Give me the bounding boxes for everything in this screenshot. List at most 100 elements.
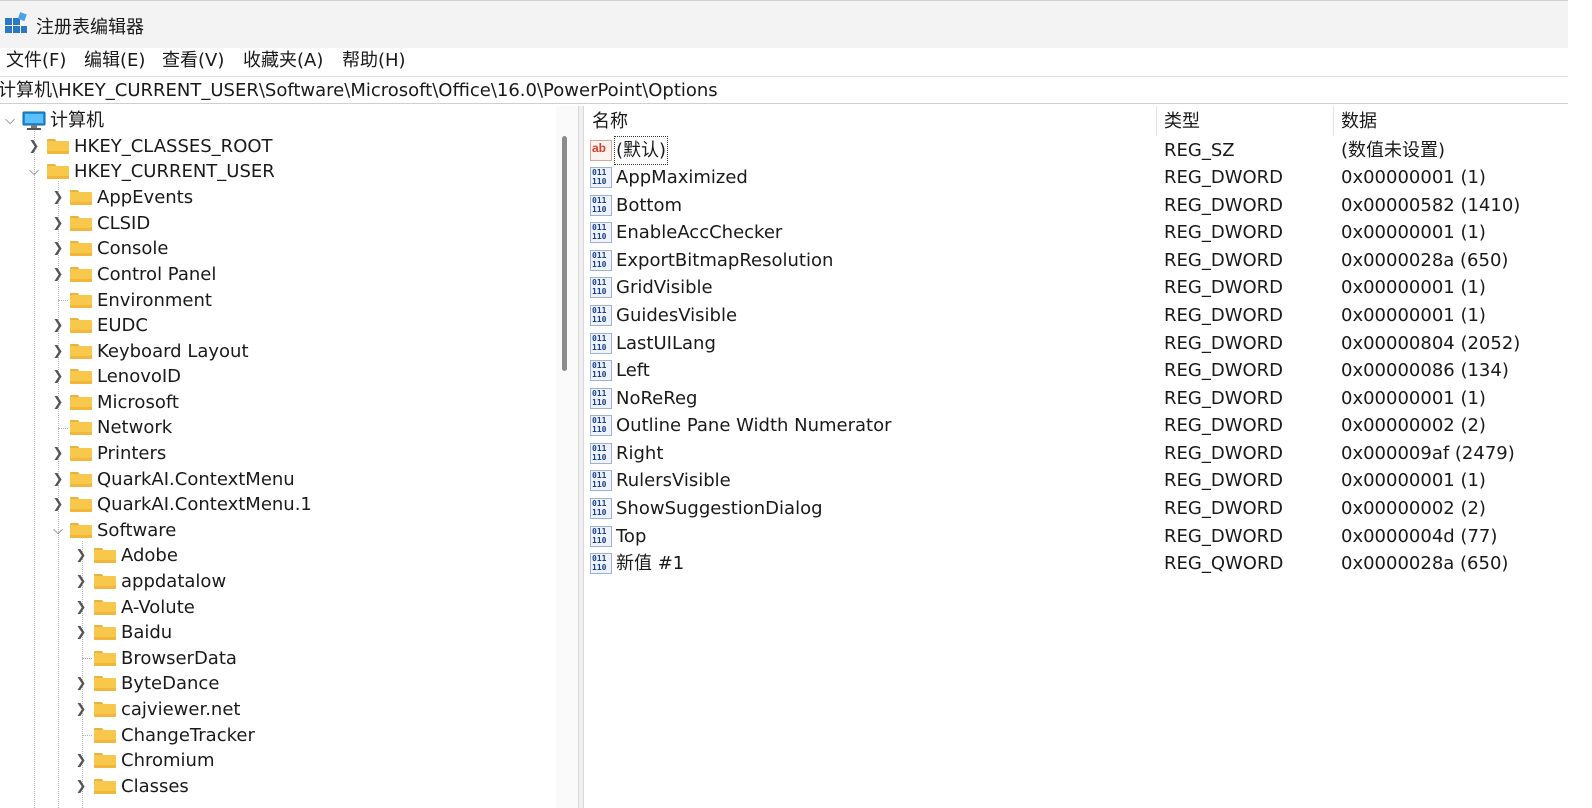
- tree-scrollbar-thumb[interactable]: [562, 136, 567, 371]
- address-path[interactable]: 计算机\HKEY_CURRENT_USER\Software\Microsoft…: [0, 79, 718, 103]
- value-type: REG_DWORD: [1164, 388, 1284, 409]
- tree-node-classes[interactable]: ❯ Classes: [0, 774, 556, 799]
- tree-node-environment[interactable]: Environment: [0, 288, 556, 313]
- value-row[interactable]: 011 110 ShowSuggestionDialog REG_DWORD 0x…: [584, 495, 1568, 522]
- tree-node-eudc[interactable]: ❯ EUDC: [0, 313, 556, 338]
- tree-node-microsoft[interactable]: ❯ Microsoft: [0, 390, 556, 415]
- tree-node-label: 计算机: [50, 110, 104, 131]
- value-row[interactable]: ab (默认) REG_SZ (数值未设置): [584, 136, 1568, 165]
- menu-file[interactable]: 文件(F): [4, 48, 68, 74]
- tree-node-console[interactable]: ❯ Console: [0, 236, 556, 261]
- value-row[interactable]: 011 110 NoReReg REG_DWORD 0x00000001 (1): [584, 385, 1568, 412]
- chevron-right-icon[interactable]: ❯: [74, 620, 88, 645]
- key-tree-pane[interactable]: ⌵ 计算机 ❯ HKEY_CLASSES_ROOT ⌵ HKEY_CURRENT…: [0, 106, 560, 808]
- chevron-right-icon[interactable]: ❯: [51, 185, 65, 210]
- chevron-right-icon[interactable]: ❯: [74, 774, 88, 799]
- tree-node-quarkai-contextmenu-1[interactable]: ❯ QuarkAI.ContextMenu.1: [0, 492, 556, 517]
- chevron-right-icon[interactable]: ❯: [74, 748, 88, 773]
- chevron-right-icon[interactable]: ❯: [51, 467, 65, 492]
- tree-node-adobe[interactable]: ❯ Adobe: [0, 543, 556, 568]
- menu-favorites[interactable]: 收藏夹(A): [241, 48, 325, 74]
- column-divider[interactable]: [1156, 106, 1157, 136]
- folder-icon: [70, 395, 92, 410]
- title-bar[interactable]: 注册表编辑器: [0, 0, 1592, 48]
- tree-node-bytedance[interactable]: ❯ ByteDance: [0, 671, 556, 696]
- chevron-down-icon[interactable]: ⌵: [27, 159, 41, 184]
- chevron-right-icon[interactable]: ❯: [51, 236, 65, 261]
- values-list-pane[interactable]: 名称 类型 数据 ab (默认) REG_SZ (数值未设置) 011 110 A…: [584, 106, 1568, 808]
- tree-node-computer[interactable]: ⌵ 计算机: [0, 108, 556, 133]
- column-header-name[interactable]: 名称: [592, 106, 628, 136]
- tree-node-appevents[interactable]: ❯ AppEvents: [0, 185, 556, 210]
- tree-node-label: HKEY_CLASSES_ROOT: [74, 136, 273, 157]
- tree-node-hkey-classes-root[interactable]: ❯ HKEY_CLASSES_ROOT: [0, 134, 556, 159]
- chevron-right-icon[interactable]: ❯: [74, 569, 88, 594]
- chevron-down-icon[interactable]: ⌵: [51, 518, 65, 543]
- tree-node-printers[interactable]: ❯ Printers: [0, 441, 556, 466]
- tree-node-clsid[interactable]: ❯ CLSID: [0, 211, 556, 236]
- tree-node-label: Microsoft: [97, 392, 179, 413]
- value-row[interactable]: 011 110 RulersVisible REG_DWORD 0x0000000…: [584, 467, 1568, 494]
- binary-value-icon: 011 110: [590, 277, 612, 298]
- chevron-right-icon[interactable]: ❯: [51, 390, 65, 415]
- chevron-right-icon[interactable]: ❯: [74, 595, 88, 620]
- value-type: REG_DWORD: [1164, 443, 1284, 464]
- tree-node-network[interactable]: Network: [0, 415, 556, 440]
- value-row[interactable]: 011 110 Bottom REG_DWORD 0x00000582 (1410…: [584, 192, 1568, 219]
- value-row[interactable]: 011 110 GuidesVisible REG_DWORD 0x0000000…: [584, 302, 1568, 329]
- chevron-right-icon[interactable]: ❯: [51, 364, 65, 389]
- tree-node-label: appdatalow: [121, 571, 227, 592]
- tree-node-software[interactable]: ⌵ Software: [0, 518, 556, 543]
- tree-node-baidu[interactable]: ❯ Baidu: [0, 620, 556, 645]
- chevron-right-icon[interactable]: ❯: [51, 339, 65, 364]
- tree-node-quarkai-contextmenu[interactable]: ❯ QuarkAI.ContextMenu: [0, 467, 556, 492]
- tree-scrollbar[interactable]: [556, 106, 578, 808]
- value-row[interactable]: 011 110 Top REG_DWORD 0x0000004d (77): [584, 523, 1568, 550]
- chevron-right-icon[interactable]: ❯: [51, 211, 65, 236]
- tree-node-keyboard-layout[interactable]: ❯ Keyboard Layout: [0, 339, 556, 364]
- value-name: AppMaximized: [616, 167, 748, 188]
- value-row[interactable]: 011 110 AppMaximized REG_DWORD 0x00000001…: [584, 164, 1568, 191]
- value-row[interactable]: 011 110 Left REG_DWORD 0x00000086 (134): [584, 357, 1568, 384]
- tree-node-label: Software: [97, 520, 177, 541]
- folder-icon: [70, 293, 92, 308]
- chevron-right-icon[interactable]: ❯: [51, 492, 65, 517]
- value-row[interactable]: 011 110 GridVisible REG_DWORD 0x00000001 …: [584, 274, 1568, 301]
- tree-node-hkey-current-user[interactable]: ⌵ HKEY_CURRENT_USER: [0, 159, 556, 184]
- chevron-down-icon[interactable]: ⌵: [3, 108, 17, 133]
- tree-node-lenovoid[interactable]: ❯ LenovoID: [0, 364, 556, 389]
- column-divider[interactable]: [1333, 106, 1334, 136]
- tree-node-cajviewer-net[interactable]: ❯ cajviewer.net: [0, 697, 556, 722]
- column-header-type[interactable]: 类型: [1164, 106, 1200, 136]
- value-row[interactable]: 011 110 LastUILang REG_DWORD 0x00000804 (…: [584, 330, 1568, 357]
- chevron-right-icon[interactable]: ❯: [51, 262, 65, 287]
- tree-node-a-volute[interactable]: ❯ A-Volute: [0, 595, 556, 620]
- tree-node-browserdata[interactable]: BrowserData: [0, 646, 556, 671]
- value-row[interactable]: 011 110 Right REG_DWORD 0x000009af (2479): [584, 440, 1568, 467]
- menu-help[interactable]: 帮助(H): [340, 48, 408, 74]
- value-type: REG_DWORD: [1164, 470, 1284, 491]
- value-row[interactable]: 011 110 新值 #1 REG_QWORD 0x0000028a (650): [584, 550, 1568, 577]
- tree-node-changetracker[interactable]: ChangeTracker: [0, 723, 556, 748]
- chevron-right-icon[interactable]: ❯: [51, 313, 65, 338]
- value-row[interactable]: 011 110 ExportBitmapResolution REG_DWORD …: [584, 247, 1568, 274]
- menu-bar: 文件(F) 编辑(E) 查看(V) 收藏夹(A) 帮助(H): [0, 48, 1592, 74]
- value-row[interactable]: 011 110 Outline Pane Width Numerator REG_…: [584, 412, 1568, 439]
- chevron-right-icon[interactable]: ❯: [51, 441, 65, 466]
- column-header-data[interactable]: 数据: [1341, 106, 1377, 136]
- tree-node-label: AppEvents: [97, 187, 194, 208]
- tree-node-chromium[interactable]: ❯ Chromium: [0, 748, 556, 773]
- value-type: REG_DWORD: [1164, 277, 1284, 298]
- value-row[interactable]: 011 110 EnableAccChecker REG_DWORD 0x0000…: [584, 219, 1568, 246]
- chevron-right-icon[interactable]: ❯: [74, 543, 88, 568]
- chevron-right-icon[interactable]: ❯: [27, 134, 41, 159]
- chevron-right-icon[interactable]: ❯: [74, 671, 88, 696]
- tree-node-appdatalow[interactable]: ❯ appdatalow: [0, 569, 556, 594]
- chevron-right-icon[interactable]: ❯: [74, 697, 88, 722]
- menu-edit[interactable]: 编辑(E): [82, 48, 147, 74]
- address-bar[interactable]: 计算机\HKEY_CURRENT_USER\Software\Microsoft…: [0, 76, 1568, 104]
- value-type: REG_DWORD: [1164, 305, 1284, 326]
- tree-node-control-panel[interactable]: ❯ Control Panel: [0, 262, 556, 287]
- binary-value-icon: 011 110: [590, 415, 612, 436]
- menu-view[interactable]: 查看(V): [160, 48, 226, 74]
